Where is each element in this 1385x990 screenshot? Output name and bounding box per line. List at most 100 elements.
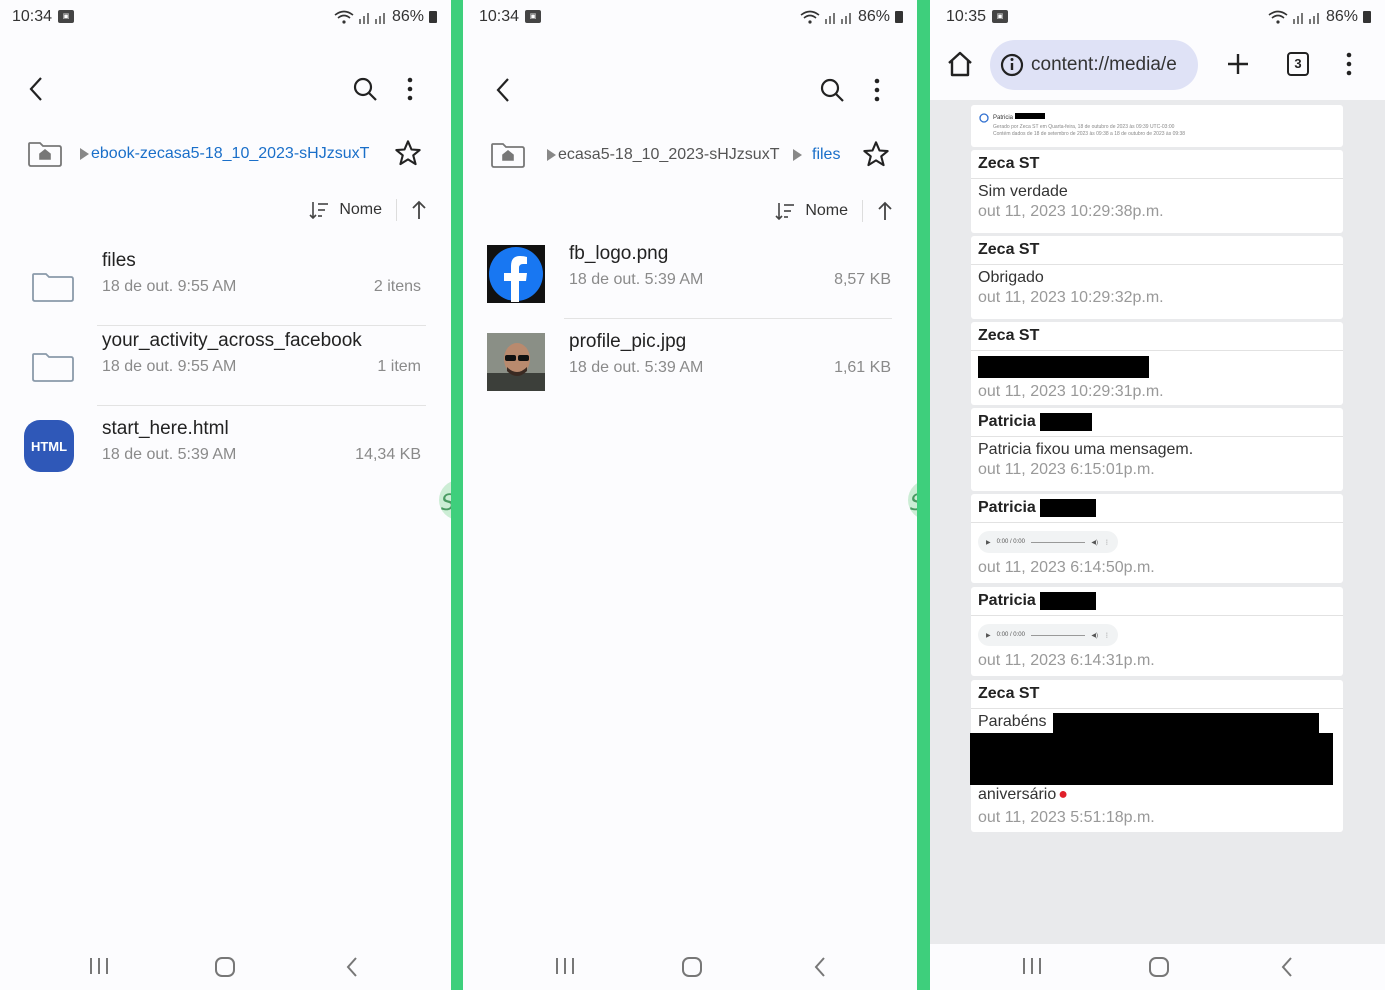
- recents-icon[interactable]: [1021, 956, 1043, 976]
- breadcrumb-current[interactable]: files: [793, 146, 840, 164]
- redaction-box: [978, 356, 1149, 378]
- sort-direction-icon[interactable]: [877, 201, 893, 221]
- message-card: Zeca ST Obrigado out 11, 2023 10:29:32p.…: [971, 236, 1343, 319]
- status-time: 10:35: [946, 8, 987, 25]
- audio-time: 0:00 / 0:00: [996, 632, 1025, 638]
- back-arrow-icon: [29, 77, 42, 101]
- file-size: 14,34 KB: [355, 446, 421, 463]
- header-contact-name: Patricia: [993, 113, 1045, 121]
- list-item[interactable]: fb_logo.png 18 de out. 5:39 AM 8,57 KB: [463, 231, 917, 319]
- audio-menu-icon[interactable]: ⋮: [1104, 632, 1110, 639]
- message-sender: Patricia: [971, 587, 1343, 616]
- home-nav-icon[interactable]: [681, 956, 703, 978]
- tab-switcher-button[interactable]: 3: [1287, 52, 1309, 76]
- home-button[interactable]: [946, 50, 974, 78]
- svg-text:SA: SA: [910, 491, 917, 516]
- message-sender: Zeca ST: [971, 150, 1343, 179]
- message-card: Zeca ST out 11, 2023 10:29:31p.m.: [971, 322, 1343, 405]
- search-icon: [353, 77, 377, 101]
- site-info-icon[interactable]: [1000, 53, 1024, 77]
- html-file-icon: HTML: [24, 420, 74, 472]
- file-name: profile_pic.jpg: [569, 331, 687, 352]
- back-nav-icon[interactable]: [345, 956, 359, 978]
- home-folder-button[interactable]: [491, 140, 525, 173]
- more-vert-icon: [874, 78, 880, 102]
- recents-icon[interactable]: [88, 956, 110, 976]
- header-subtitle: Gerado por Zeca ST em Quarta-feira, 18 d…: [993, 124, 1293, 138]
- message-text-end-label: aniversário: [978, 786, 1057, 803]
- file-name: start_here.html: [102, 418, 229, 439]
- address-bar[interactable]: content://media/e: [990, 40, 1198, 90]
- status-bar: 10:34 ▣ 86%: [0, 0, 451, 34]
- search-icon: [820, 78, 844, 102]
- system-nav-bar: [463, 944, 917, 990]
- message-timestamp: out 11, 2023 10:29:38p.m.: [978, 203, 1164, 220]
- home-nav-icon[interactable]: [1148, 956, 1170, 978]
- list-item[interactable]: profile_pic.jpg 18 de out. 5:39 AM 1,61 …: [463, 319, 917, 407]
- message-sender: Patricia: [971, 408, 1343, 437]
- audio-seek-bar[interactable]: [1030, 541, 1086, 543]
- signal-icon: [358, 13, 385, 24]
- gallery-notification-icon: ▣: [525, 10, 541, 23]
- sort-field-button[interactable]: Nome: [339, 201, 382, 219]
- file-size: 1,61 KB: [834, 359, 891, 376]
- home-nav-icon[interactable]: [214, 956, 236, 978]
- audio-player[interactable]: ▶ 0:00 / 0:00 ◀) ⋮: [978, 624, 1118, 646]
- message-sender: Zeca ST: [971, 322, 1343, 351]
- back-button[interactable]: [22, 74, 50, 104]
- balloon-emoji-icon: ●: [1058, 786, 1068, 803]
- url-text: content://media/e: [1031, 54, 1177, 75]
- message-text: Sim verdade: [978, 183, 1068, 200]
- favorite-button[interactable]: [394, 139, 422, 167]
- play-icon[interactable]: ▶: [986, 632, 991, 639]
- message-timestamp: out 11, 2023 10:29:32p.m.: [978, 289, 1164, 306]
- breadcrumb-current[interactable]: ebook-zecasa5-18_10_2023-sHJzsuxT: [80, 145, 369, 163]
- sort-field-button[interactable]: Nome: [805, 202, 848, 220]
- message-body: ▶ 0:00 / 0:00 ◀) ⋮: [971, 616, 1343, 646]
- message-sender: Zeca ST: [971, 680, 1343, 709]
- favorite-button[interactable]: [862, 140, 890, 168]
- gallery-notification-icon: ▣: [58, 10, 74, 23]
- browser-menu-button[interactable]: [1346, 52, 1352, 76]
- back-nav-icon[interactable]: [1280, 956, 1294, 978]
- battery-percent: 86%: [857, 8, 890, 25]
- message-sender: Zeca ST: [971, 236, 1343, 265]
- breadcrumb-parent[interactable]: ecasa5-18_10_2023-sHJzsuxT: [547, 146, 779, 164]
- audio-player[interactable]: ▶ 0:00 / 0:00 ◀) ⋮: [978, 531, 1118, 553]
- sort-direction-icon[interactable]: [411, 200, 427, 220]
- file-date: 18 de out. 9:55 AM: [102, 358, 237, 375]
- message-text: Parabéns: [978, 713, 1047, 730]
- home-icon: [948, 51, 972, 77]
- back-nav-icon[interactable]: [813, 956, 827, 978]
- volume-icon[interactable]: ◀): [1091, 632, 1098, 639]
- svg-text:SA: SA: [441, 491, 451, 516]
- file-date: 18 de out. 5:39 AM: [102, 446, 237, 463]
- redaction-box: [1039, 499, 1096, 517]
- audio-menu-icon[interactable]: ⋮: [1104, 539, 1110, 546]
- list-item[interactable]: your_activity_across_facebook 18 de out.…: [0, 318, 451, 406]
- sort-separator: [396, 199, 397, 221]
- redaction-box: [1053, 713, 1319, 735]
- message-body: ▶ 0:00 / 0:00 ◀) ⋮: [971, 523, 1343, 553]
- redaction-box: [970, 733, 1333, 785]
- more-options-button[interactable]: [865, 75, 889, 105]
- search-button[interactable]: [350, 74, 380, 104]
- audio-seek-bar[interactable]: [1030, 634, 1086, 636]
- volume-icon[interactable]: ◀): [1091, 539, 1098, 546]
- home-folder-icon: [28, 142, 62, 167]
- play-icon[interactable]: ▶: [986, 539, 991, 546]
- redaction-box: [1014, 113, 1045, 119]
- more-options-button[interactable]: [398, 74, 422, 104]
- new-tab-button[interactable]: [1226, 52, 1250, 76]
- home-folder-button[interactable]: [28, 139, 62, 172]
- back-button[interactable]: [489, 75, 517, 105]
- file-name: fb_logo.png: [569, 243, 669, 264]
- wifi-icon: [1268, 10, 1288, 24]
- battery-icon: [1363, 11, 1371, 23]
- header-generated-line: Gerado por Zeca ST em Quarta-feira, 18 d…: [993, 124, 1175, 130]
- list-item[interactable]: HTML start_here.html 18 de out. 5:39 AM …: [0, 406, 451, 494]
- recents-icon[interactable]: [554, 956, 576, 976]
- search-button[interactable]: [817, 75, 847, 105]
- sender-name: Patricia: [978, 499, 1036, 516]
- list-item[interactable]: files 18 de out. 9:55 AM 2 itens: [0, 238, 451, 326]
